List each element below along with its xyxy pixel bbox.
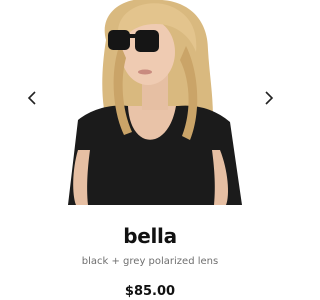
chevron-left-icon <box>27 91 36 105</box>
model-photo <box>58 0 242 205</box>
product-description: black + grey polarized lens <box>81 256 219 267</box>
carousel-next-button[interactable] <box>259 86 279 110</box>
product-image[interactable] <box>58 0 242 205</box>
carousel-prev-button[interactable] <box>22 86 42 110</box>
product-name: bella <box>123 224 177 248</box>
product-price: $85.00 <box>124 284 176 299</box>
product-card: bella black + grey polarized lens $85.00 <box>0 0 300 300</box>
chevron-right-icon <box>265 91 274 105</box>
